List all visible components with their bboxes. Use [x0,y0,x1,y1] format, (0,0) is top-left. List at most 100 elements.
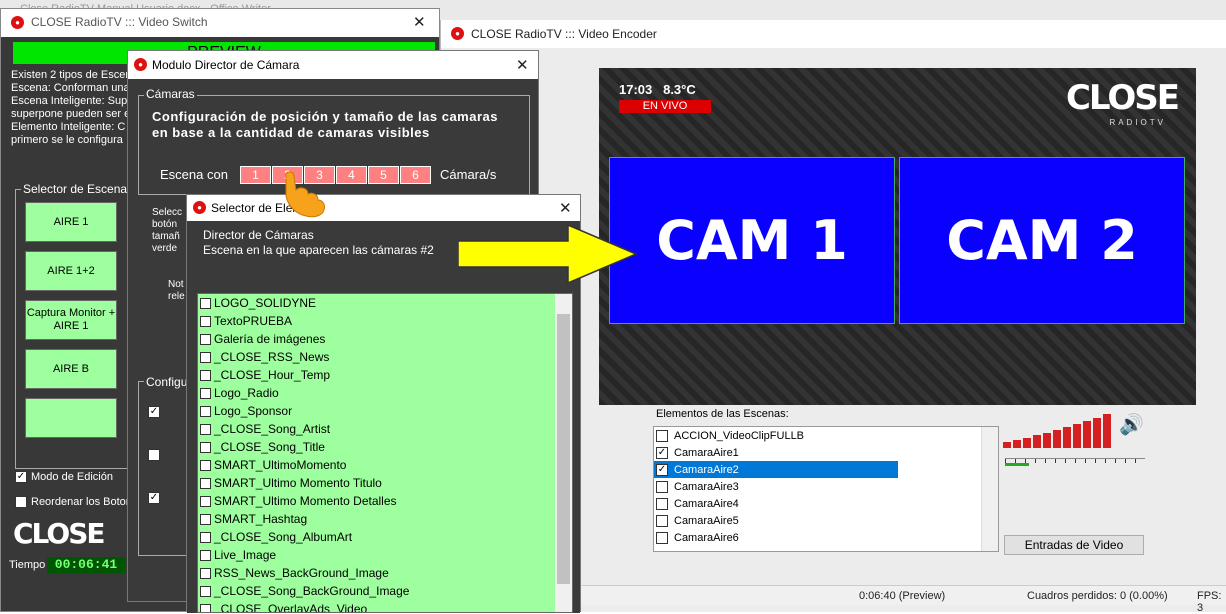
element-list[interactable]: LOGO_SOLIDYNE TextoPRUEBA Galería de imáge… [197,293,573,613]
config-checkbox-3[interactable]: ✓ [148,489,166,504]
scene-types-info: Existen 2 tipos de Escenas Escena: Confor… [11,69,131,147]
camera-count-4-button[interactable]: 4 [336,166,367,184]
video-inputs-button[interactable]: Entradas de Video [1004,535,1144,555]
meter-bar [1083,421,1091,448]
element-item[interactable]: _CLOSE_Song_Artist [198,420,572,438]
annotation-arrow-icon [458,225,638,283]
encoder-title-bar[interactable]: ● CLOSE RadioTV ::: Video Encoder [441,20,1226,48]
info-line: Existen 2 tipos de Escenas [11,69,131,81]
checkbox-box[interactable] [200,567,211,579]
checkbox-box[interactable] [656,480,668,493]
switch-title-bar[interactable]: ● CLOSE RadioTV ::: Video Switch ✕ [1,9,439,37]
element-row[interactable]: ✓ CamaraAire1 [654,444,898,461]
config-checkbox-1[interactable]: ✓ [148,403,166,418]
edit-mode-checkbox[interactable]: ✓ Modo de Edición [15,471,113,483]
element-item[interactable]: Logo_Radio [198,384,572,402]
element-list-scrollbar[interactable] [555,294,572,612]
element-row[interactable]: CamaraAire6 [654,529,898,546]
camera-count-1-button[interactable]: 1 [240,166,271,184]
checkbox-box[interactable] [200,315,211,327]
camera-count-5-button[interactable]: 5 [368,166,399,184]
checkbox-box[interactable] [656,514,668,527]
checkbox-box[interactable] [200,459,211,471]
check-icon[interactable]: ✓ [656,463,668,476]
selector-title-bar[interactable]: ● Selector de Elementos ✕ [187,195,580,221]
close-icon[interactable]: ✕ [516,56,529,74]
element-item[interactable]: TextoPRUEBA [198,312,572,330]
meter-tick [1085,459,1086,463]
element-item[interactable]: SMART_Hashtag [198,510,572,528]
element-item[interactable]: SMART_UltimoMomento [198,456,572,474]
meter-bar [1003,442,1011,448]
meter-bar [1033,435,1041,448]
meter-tick [1075,459,1076,463]
element-item[interactable]: LOGO_SOLIDYNE [198,294,572,312]
element-item-label: LOGO_SOLIDYNE [214,296,317,310]
checkbox-box[interactable] [200,423,211,435]
element-row[interactable]: ACCION_VideoClipFULLB [654,427,898,444]
meter-tick [1045,459,1046,463]
checkbox-box[interactable] [656,497,668,510]
config-checkbox-2[interactable] [148,449,166,464]
speaker-icon[interactable]: 🔊 [1119,412,1144,437]
checkbox-box[interactable] [200,477,211,489]
element-row[interactable]: CamaraAire5 [654,512,898,529]
elements-list[interactable]: ACCION_VideoClipFULLB ✓ CamaraAire1 ✓ Camara… [653,426,999,552]
element-row[interactable]: CamaraAire3 [654,478,898,495]
element-item[interactable]: Live_Image [198,546,572,564]
element-item[interactable]: _CLOSE_OverlayAds_Video [198,600,572,612]
element-item-label: SMART_Hashtag [214,512,308,526]
note-line: Not [168,279,184,290]
element-item[interactable]: Logo_Sponsor [198,402,572,420]
close-icon[interactable]: ✕ [413,13,426,31]
director-title-bar[interactable]: ● Modulo Director de Cámara ✕ [128,51,538,79]
scroll-thumb[interactable] [557,314,570,584]
checkbox-box[interactable] [200,297,211,309]
element-label: CamaraAire3 [674,480,739,493]
element-item[interactable]: RSS_News_BackGround_Image [198,564,572,582]
checkbox-box[interactable] [200,549,211,561]
element-item[interactable]: _CLOSE_Song_Title [198,438,572,456]
checkbox-box[interactable] [200,333,211,345]
element-item-label: Live_Image [214,548,277,562]
close-icon[interactable]: ✕ [559,199,572,217]
close-logo-sub: RADIOTV [1109,118,1166,127]
element-row[interactable]: ✓ CamaraAire2 [654,461,898,478]
element-item[interactable]: _CLOSE_Song_AlbumArt [198,528,572,546]
elements-label: Elementos de las Escenas: [656,408,789,420]
scene-button[interactable] [25,398,117,438]
element-item[interactable]: _CLOSE_Song_BackGround_Image [198,582,572,600]
desc-line-1: Configuración de posición y tamaño de la… [152,109,498,124]
checkbox-box[interactable] [656,531,668,544]
checkbox-box[interactable] [200,441,211,453]
clock-time: 17:03 [619,82,653,97]
meter-bar [1053,430,1061,448]
scene-button[interactable]: AIRE 1+2 [25,251,117,291]
checkbox-box[interactable] [200,387,211,399]
element-item[interactable]: _CLOSE_RSS_News [198,348,572,366]
checkbox-box[interactable] [200,513,211,525]
element-row[interactable]: CamaraAire4 [654,495,898,512]
element-item[interactable]: _CLOSE_Hour_Temp [198,366,572,384]
checkbox-box[interactable] [200,405,211,417]
scene-button[interactable]: AIRE B [25,349,117,389]
check-icon[interactable]: ✓ [656,446,668,459]
checkbox-box[interactable] [200,495,211,507]
checkbox-box[interactable] [200,531,211,543]
camera-count-6-button[interactable]: 6 [400,166,431,184]
checkbox-box[interactable] [200,351,211,363]
check-icon: ✓ [148,406,160,418]
checkbox-box[interactable] [200,585,211,597]
checkbox-box[interactable] [656,429,668,442]
elements-scrollbar[interactable] [981,427,998,551]
scene-selector-title: Selector de Escenas [21,182,136,196]
element-item[interactable]: SMART_Ultimo Momento Titulo [198,474,572,492]
reorder-checkbox[interactable]: Reordenar los Botones [15,496,144,508]
scene-button[interactable]: Captura Monitor + AIRE 1 [25,300,117,340]
live-badge: EN VIVO [619,100,711,113]
element-item[interactable]: SMART_Ultimo Momento Detalles [198,492,572,510]
desc-line-2: en base a la cantidad de camaras visible… [152,125,430,140]
element-item[interactable]: Galería de imágenes [198,330,572,348]
checkbox-box[interactable] [200,369,211,381]
scene-button[interactable]: AIRE 1 [25,202,117,242]
